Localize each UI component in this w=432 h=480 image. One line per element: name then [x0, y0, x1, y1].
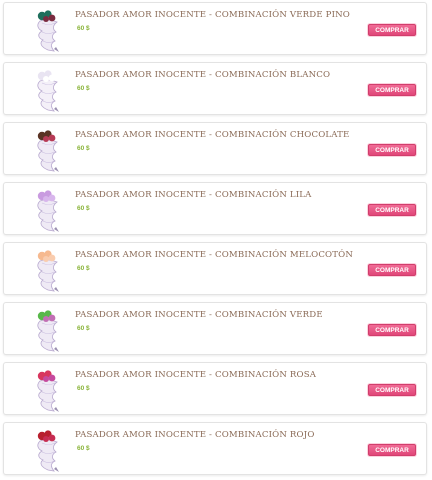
product-thumbnail[interactable]	[26, 425, 66, 473]
product-title[interactable]: PASADOR AMOR INOCENTE - COMBINACIÓN MELO…	[75, 250, 353, 260]
product-thumbnail[interactable]	[26, 305, 66, 353]
buy-button[interactable]: COMPRAR	[368, 264, 416, 276]
product-price: 60 $	[77, 85, 90, 92]
buy-button[interactable]: COMPRAR	[368, 324, 416, 336]
product-title[interactable]: PASADOR AMOR INOCENTE - COMBINACIÓN ROJO	[75, 430, 315, 440]
product-price: 60 $	[77, 145, 90, 152]
product-card: PASADOR AMOR INOCENTE - COMBINACIÓN CHOC…	[3, 122, 427, 175]
hair-clip-icon	[37, 430, 59, 472]
hair-clip-icon	[37, 250, 59, 292]
product-card: PASADOR AMOR INOCENTE - COMBINACIÓN ROJO…	[3, 422, 427, 475]
product-card: PASADOR AMOR INOCENTE - COMBINACIÓN MELO…	[3, 242, 427, 295]
product-title[interactable]: PASADOR AMOR INOCENTE - COMBINACIÓN ROSA	[75, 370, 316, 380]
product-card: PASADOR AMOR INOCENTE - COMBINACIÓN BLAN…	[3, 62, 427, 115]
product-card: PASADOR AMOR INOCENTE - COMBINACIÓN LILA…	[3, 182, 427, 235]
product-thumbnail[interactable]	[26, 65, 66, 113]
product-price: 60 $	[77, 25, 90, 32]
hair-clip-icon	[37, 10, 59, 52]
product-title[interactable]: PASADOR AMOR INOCENTE - COMBINACIÓN BLAN…	[75, 70, 330, 80]
buy-button[interactable]: COMPRAR	[368, 204, 416, 216]
hair-clip-icon	[37, 70, 59, 112]
product-title[interactable]: PASADOR AMOR INOCENTE - COMBINACIÓN VERD…	[75, 310, 323, 320]
product-thumbnail[interactable]	[26, 245, 66, 293]
product-price: 60 $	[77, 205, 90, 212]
hair-clip-icon	[37, 190, 59, 232]
product-thumbnail[interactable]	[26, 185, 66, 233]
product-thumbnail[interactable]	[26, 125, 66, 173]
hair-clip-icon	[37, 370, 59, 412]
buy-button[interactable]: COMPRAR	[368, 24, 416, 36]
product-title[interactable]: PASADOR AMOR INOCENTE - COMBINACIÓN VERD…	[75, 10, 350, 20]
buy-button[interactable]: COMPRAR	[368, 84, 416, 96]
product-card: PASADOR AMOR INOCENTE - COMBINACIÓN ROSA…	[3, 362, 427, 415]
product-list: PASADOR AMOR INOCENTE - COMBINACIÓN VERD…	[0, 0, 432, 480]
product-price: 60 $	[77, 445, 90, 452]
product-price: 60 $	[77, 265, 90, 272]
product-card: PASADOR AMOR INOCENTE - COMBINACIÓN VERD…	[3, 2, 427, 55]
product-title[interactable]: PASADOR AMOR INOCENTE - COMBINACIÓN CHOC…	[75, 130, 349, 140]
hair-clip-icon	[37, 130, 59, 172]
buy-button[interactable]: COMPRAR	[368, 384, 416, 396]
product-card: PASADOR AMOR INOCENTE - COMBINACIÓN VERD…	[3, 302, 427, 355]
product-thumbnail[interactable]	[26, 5, 66, 53]
product-price: 60 $	[77, 385, 90, 392]
product-thumbnail[interactable]	[26, 365, 66, 413]
product-price: 60 $	[77, 325, 90, 332]
buy-button[interactable]: COMPRAR	[368, 144, 416, 156]
product-title[interactable]: PASADOR AMOR INOCENTE - COMBINACIÓN LILA	[75, 190, 312, 200]
buy-button[interactable]: COMPRAR	[368, 444, 416, 456]
hair-clip-icon	[37, 310, 59, 352]
